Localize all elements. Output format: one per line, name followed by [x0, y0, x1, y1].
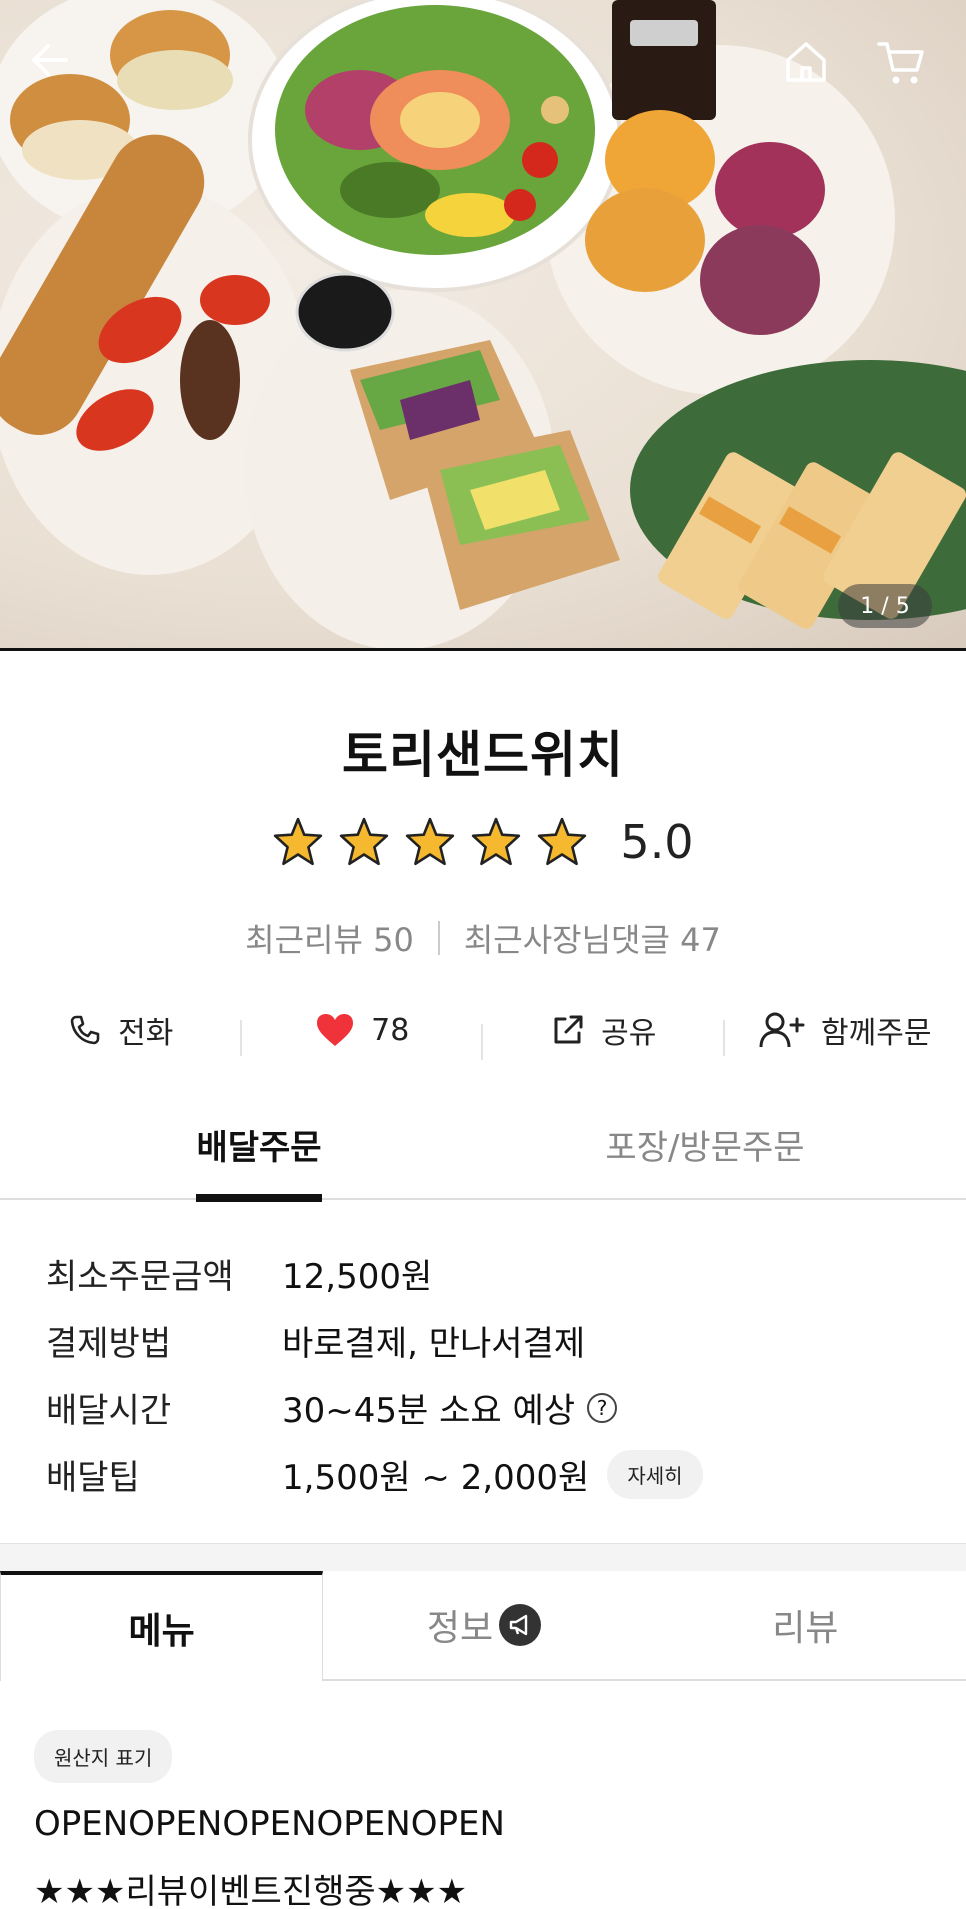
origin-label-button[interactable]: 원산지 표기: [34, 1730, 173, 1783]
content-tabs: 메뉴 정보 리뷰: [0, 1571, 966, 1681]
delivery-info: 최소주문금액 12,500원 결제방법 바로결제, 만나서결제 배달시간 30~…: [46, 1240, 926, 1508]
delivery-tip-value: 1,500원 ~ 2,000원: [282, 1458, 590, 1498]
star-icon: [340, 817, 389, 866]
store-name: 토리샌드위치: [342, 726, 624, 784]
delivery-time-row: 배달시간 30~45분 소요 예상 ?: [46, 1374, 926, 1441]
share-label: 공유: [601, 1016, 657, 1051]
rating-row: 5.0: [0, 815, 966, 869]
megaphone-icon: [499, 1604, 542, 1646]
rating-value: 5.0: [620, 815, 694, 869]
payment-row: 결제방법 바로결제, 만나서결제: [46, 1307, 926, 1374]
tab-menu-label: 메뉴: [128, 1611, 195, 1652]
group-order-button[interactable]: 함께주문: [725, 1008, 966, 1052]
owner-replies-link[interactable]: 최근사장님댓글 47: [464, 915, 721, 961]
tab-info[interactable]: 정보: [323, 1571, 645, 1681]
delivery-tip-value-wrap: 1,500원 ~ 2,000원 자세히: [282, 1450, 703, 1499]
like-count: 78: [371, 1012, 410, 1048]
notice-line: OPENOPENOPENOPENOPEN: [34, 1804, 505, 1844]
tab-info-label: 정보: [426, 1608, 494, 1649]
delivery-tip-label: 배달팁: [46, 1458, 140, 1498]
tip-detail-button[interactable]: 자세히: [607, 1450, 703, 1499]
home-icon: [786, 42, 826, 82]
tab-delivery[interactable]: 배달주문: [196, 1120, 322, 1202]
hero-divider: [0, 648, 966, 651]
star-icon: [472, 817, 521, 866]
call-button[interactable]: 전화: [0, 1008, 242, 1056]
min-order-value: 12,500원: [282, 1257, 433, 1297]
delivery-time-value: 30~45분 소요 예상: [282, 1391, 576, 1431]
add-user-icon: [759, 1012, 805, 1048]
delivery-time-value-wrap: 30~45분 소요 예상 ?: [282, 1383, 618, 1432]
section-divider: [0, 1543, 966, 1571]
cart-icon: [877, 42, 924, 84]
notice-line: ★★★리뷰이벤트진행중★★★: [34, 1872, 468, 1909]
star-icon: [538, 817, 587, 866]
cart-button[interactable]: [876, 38, 936, 98]
payment-label: 결제방법: [46, 1324, 172, 1364]
group-order-label: 함께주문: [821, 1016, 932, 1051]
store-hero-image[interactable]: 1 / 5: [0, 0, 966, 651]
phone-icon: [70, 1015, 100, 1045]
delivery-time-label: 배달시간: [46, 1391, 172, 1431]
tab-reviews-label: 리뷰: [772, 1608, 839, 1649]
heart-icon: [317, 1014, 354, 1046]
like-button[interactable]: 78: [242, 1012, 484, 1060]
image-counter: 1 / 5: [838, 584, 932, 628]
order-type-tabs: 배달주문 포장/방문주문: [0, 1120, 966, 1202]
home-button[interactable]: [782, 38, 842, 98]
call-label: 전화: [118, 1016, 174, 1051]
help-icon[interactable]: ?: [587, 1392, 618, 1423]
review-summary: 최근리뷰 50 최근사장님댓글 47: [0, 915, 966, 961]
store-actions: 전화 78 공유 함께주문: [0, 1000, 966, 1060]
share-button[interactable]: 공유: [483, 1008, 725, 1056]
arrow-left-icon: [32, 44, 68, 76]
star-icon: [406, 817, 455, 866]
min-order-row: 최소주문금액 12,500원: [46, 1240, 926, 1307]
share-icon: [554, 1015, 583, 1044]
tab-menu[interactable]: 메뉴: [0, 1571, 324, 1681]
tab-pickup[interactable]: 포장/방문주문: [560, 1120, 850, 1200]
tab-reviews[interactable]: 리뷰: [644, 1571, 966, 1681]
payment-value: 바로결제, 만나서결제: [282, 1324, 586, 1364]
min-order-label: 최소주문금액: [46, 1257, 234, 1297]
recent-reviews-link[interactable]: 최근리뷰 50: [245, 915, 414, 961]
star-icon: [274, 817, 323, 866]
divider: [437, 921, 440, 955]
back-button[interactable]: [28, 38, 88, 98]
delivery-tip-row: 배달팁 1,500원 ~ 2,000원 자세히: [46, 1441, 926, 1508]
